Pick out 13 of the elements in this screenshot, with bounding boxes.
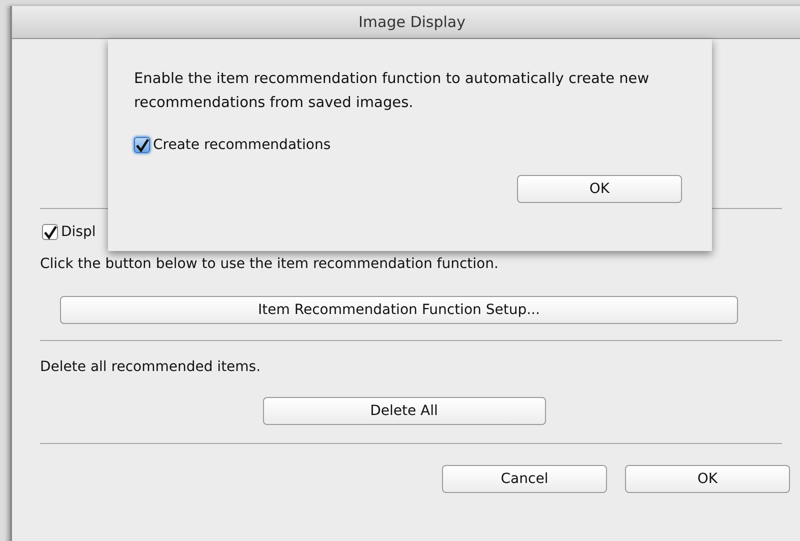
setup-button[interactable]: Item Recommendation Function Setup... <box>60 296 738 324</box>
checkbox[interactable] <box>42 224 58 240</box>
checkbox-label: Displ <box>61 224 96 240</box>
checkbox-label: Create recommendations <box>153 137 331 153</box>
checkbox[interactable] <box>134 137 150 153</box>
delete-all-button[interactable]: Delete All <box>262 397 546 425</box>
alert-message: Enable the item recommendation function to automatically create new recommendations from saved images. <box>134 70 650 113</box>
ok-button[interactable]: OK <box>517 175 682 203</box>
ok-button[interactable]: OK <box>625 465 790 493</box>
instruction-text: Delete all recommended items. <box>40 359 262 375</box>
window-title: Image Display <box>358 13 466 31</box>
instruction-text: Click the button below to use the item recommendation function. <box>40 256 500 272</box>
cancel-button[interactable]: Cancel <box>442 465 607 493</box>
